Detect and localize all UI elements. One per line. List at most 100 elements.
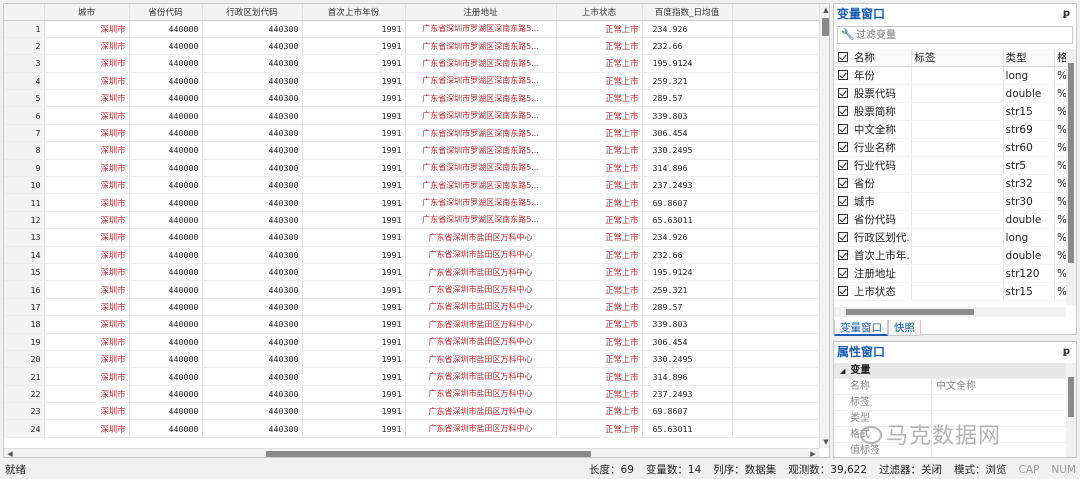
table-cell[interactable]: 330.2495 xyxy=(642,141,733,160)
table-cell[interactable]: 正常上市 xyxy=(556,37,643,56)
variable-row[interactable]: 年份 long% xyxy=(834,67,1066,85)
table-cell[interactable]: 深圳市 xyxy=(44,315,130,334)
column-header[interactable]: 首次上市年份 xyxy=(302,4,406,21)
table-cell[interactable]: 339.803 xyxy=(642,315,733,334)
vertical-scrollbar[interactable]: ▲ ▼ xyxy=(819,4,829,448)
table-cell[interactable]: 339.803 xyxy=(642,106,733,125)
table-cell[interactable]: 195.9124 xyxy=(642,54,733,73)
variable-row[interactable]: 股票代码 double% xyxy=(834,85,1066,103)
table-cell[interactable]: 1991 xyxy=(302,280,406,299)
table-cell[interactable]: 232.66 xyxy=(642,37,733,56)
table-cell[interactable]: 广东省深圳市罗湖区深南东路5... xyxy=(405,54,557,73)
table-cell[interactable]: 广东省深圳市盐田区万科中心 xyxy=(405,246,557,264)
table-cell[interactable]: 深圳市 xyxy=(44,419,130,438)
table-cell[interactable]: 440300 xyxy=(202,298,303,317)
property-value[interactable] xyxy=(932,395,1066,410)
table-cell[interactable]: 1991 xyxy=(302,246,406,264)
table-cell[interactable]: 深圳市 xyxy=(44,367,130,386)
column-header[interactable]: 城市 xyxy=(44,4,130,21)
table-cell[interactable]: 314.896 xyxy=(642,367,733,386)
table-cell[interactable]: 440000 xyxy=(129,419,203,438)
table-cell[interactable]: 289.57 xyxy=(642,89,733,108)
table-cell[interactable]: 广东省深圳市盐田区万科中心 xyxy=(405,315,557,334)
table-cell[interactable]: 正常上市 xyxy=(556,246,643,264)
table-cell[interactable]: 259.321 xyxy=(642,280,733,299)
table-cell[interactable]: 深圳市 xyxy=(44,280,130,299)
scroll-down-icon[interactable]: ▼ xyxy=(820,436,829,448)
variable-checkbox[interactable] xyxy=(838,85,852,102)
table-cell[interactable]: 440300 xyxy=(202,228,303,247)
table-cell[interactable]: 65.63011 xyxy=(642,419,733,438)
table-cell[interactable]: 330.2495 xyxy=(642,350,733,369)
properties-vertical-scrollbar[interactable] xyxy=(1066,363,1076,457)
table-cell[interactable]: 1991 xyxy=(302,419,406,438)
variable-row[interactable]: 上市状态 str15% xyxy=(834,283,1066,301)
table-row[interactable]: 15 深圳市 440000 440300 1991 广东省深圳市盐田区万科中心 正常上市 19… xyxy=(4,263,820,282)
properties-scroll-thumb[interactable] xyxy=(1068,377,1074,417)
table-cell[interactable]: 1991 xyxy=(302,89,406,108)
property-row[interactable]: 名称 中文全称 xyxy=(834,379,1066,395)
variables-vertical-scrollbar[interactable] xyxy=(1066,49,1076,305)
table-row[interactable]: 3 深圳市 440000 440300 1991 广东省深圳市罗湖区深南东路5... 正常上… xyxy=(4,54,820,73)
table-row[interactable]: 7 深圳市 440000 440300 1991 广东省深圳市罗湖区深南东路5... 正常上… xyxy=(4,124,820,143)
table-cell[interactable]: 1991 xyxy=(302,402,406,421)
table-cell[interactable]: 深圳市 xyxy=(44,385,130,404)
table-cell[interactable]: 广东省深圳市盐田区万科中心 xyxy=(405,280,557,299)
table-row[interactable]: 8 深圳市 440000 440300 1991 广东省深圳市罗湖区深南东路5... 正常上… xyxy=(4,141,820,160)
table-cell[interactable]: 深圳市 xyxy=(44,37,130,56)
column-header[interactable]: 上市状态 xyxy=(556,4,643,21)
table-cell[interactable]: 440000 xyxy=(129,315,203,334)
table-row[interactable]: 4 深圳市 440000 440300 1991 广东省深圳市罗湖区深南东路5... 正常上… xyxy=(4,72,820,91)
scroll-up-icon[interactable]: ▲ xyxy=(820,4,829,16)
table-cell[interactable]: 440300 xyxy=(202,124,303,143)
table-cell[interactable]: 1991 xyxy=(302,385,406,404)
table-cell[interactable]: 65.63011 xyxy=(642,211,733,230)
column-header[interactable]: 百度指数_日均值 xyxy=(642,4,733,21)
table-cell[interactable]: 306.454 xyxy=(642,124,733,143)
table-cell[interactable]: 440300 xyxy=(202,246,303,264)
variable-checkbox[interactable] xyxy=(838,211,852,228)
variable-row[interactable]: 行业名称 str60% xyxy=(834,139,1066,157)
table-cell[interactable]: 1991 xyxy=(302,141,406,160)
variable-checkbox[interactable] xyxy=(838,157,852,174)
select-all-checkbox[interactable] xyxy=(838,49,852,66)
table-cell[interactable]: 440000 xyxy=(129,106,203,125)
table-cell[interactable]: 237.2493 xyxy=(642,176,733,195)
table-cell[interactable]: 1991 xyxy=(302,159,406,178)
table-cell[interactable]: 广东省深圳市罗湖区深南东路5... xyxy=(405,72,557,91)
table-cell[interactable]: 259.321 xyxy=(642,72,733,91)
table-cell[interactable]: 广东省深圳市罗湖区深南东路5... xyxy=(405,176,557,195)
table-row[interactable]: 22 深圳市 440000 440300 1991 广东省深圳市盐田区万科中心 正常上市 23… xyxy=(4,385,820,404)
table-cell[interactable]: 1991 xyxy=(302,350,406,369)
table-cell[interactable]: 深圳市 xyxy=(44,89,130,108)
table-cell[interactable]: 1991 xyxy=(302,124,406,143)
table-cell[interactable]: 1991 xyxy=(302,106,406,125)
table-cell[interactable]: 440300 xyxy=(202,37,303,56)
variable-row[interactable]: 省份代码 double% xyxy=(834,211,1066,229)
table-cell[interactable]: 正常上市 xyxy=(556,402,643,421)
table-cell[interactable]: 正常上市 xyxy=(556,106,643,125)
pin-icon[interactable]: ꝑ xyxy=(1063,342,1070,362)
table-cell[interactable]: 1991 xyxy=(302,37,406,56)
table-cell[interactable]: 440000 xyxy=(129,385,203,404)
table-cell[interactable]: 广东省深圳市盐田区万科中心 xyxy=(405,350,557,369)
table-row[interactable]: 21 深圳市 440000 440300 1991 广东省深圳市盐田区万科中心 正常上市 31… xyxy=(4,367,820,386)
table-cell[interactable]: 440000 xyxy=(129,333,203,351)
table-cell[interactable]: 广东省深圳市盐田区万科中心 xyxy=(405,419,557,438)
table-row[interactable]: 14 深圳市 440000 440300 1991 广东省深圳市盐田区万科中心 正常上市 23… xyxy=(4,246,820,264)
table-cell[interactable]: 440000 xyxy=(129,176,203,195)
table-cell[interactable]: 深圳市 xyxy=(44,141,130,160)
variable-row[interactable]: 首次上市年... double% xyxy=(834,247,1066,265)
table-cell[interactable]: 1991 xyxy=(302,228,406,247)
table-cell[interactable]: 广东省深圳市盐田区万科中心 xyxy=(405,228,557,247)
variable-checkbox[interactable] xyxy=(838,103,852,120)
collapse-triangle-icon[interactable]: ◢ xyxy=(840,363,845,378)
table-cell[interactable]: 广东省深圳市罗湖区深南东路5... xyxy=(405,124,557,143)
variables-horizontal-scrollbar[interactable] xyxy=(834,307,1066,317)
table-cell[interactable]: 440000 xyxy=(129,89,203,108)
table-row[interactable]: 16 深圳市 440000 440300 1991 广东省深圳市盐田区万科中心 正常上市 25… xyxy=(4,280,820,299)
table-cell[interactable]: 广东省深圳市罗湖区深南东路5... xyxy=(405,193,557,212)
table-cell[interactable]: 440300 xyxy=(202,419,303,438)
variable-row[interactable]: 省份 str32% xyxy=(834,175,1066,193)
table-cell[interactable]: 306.454 xyxy=(642,333,733,351)
